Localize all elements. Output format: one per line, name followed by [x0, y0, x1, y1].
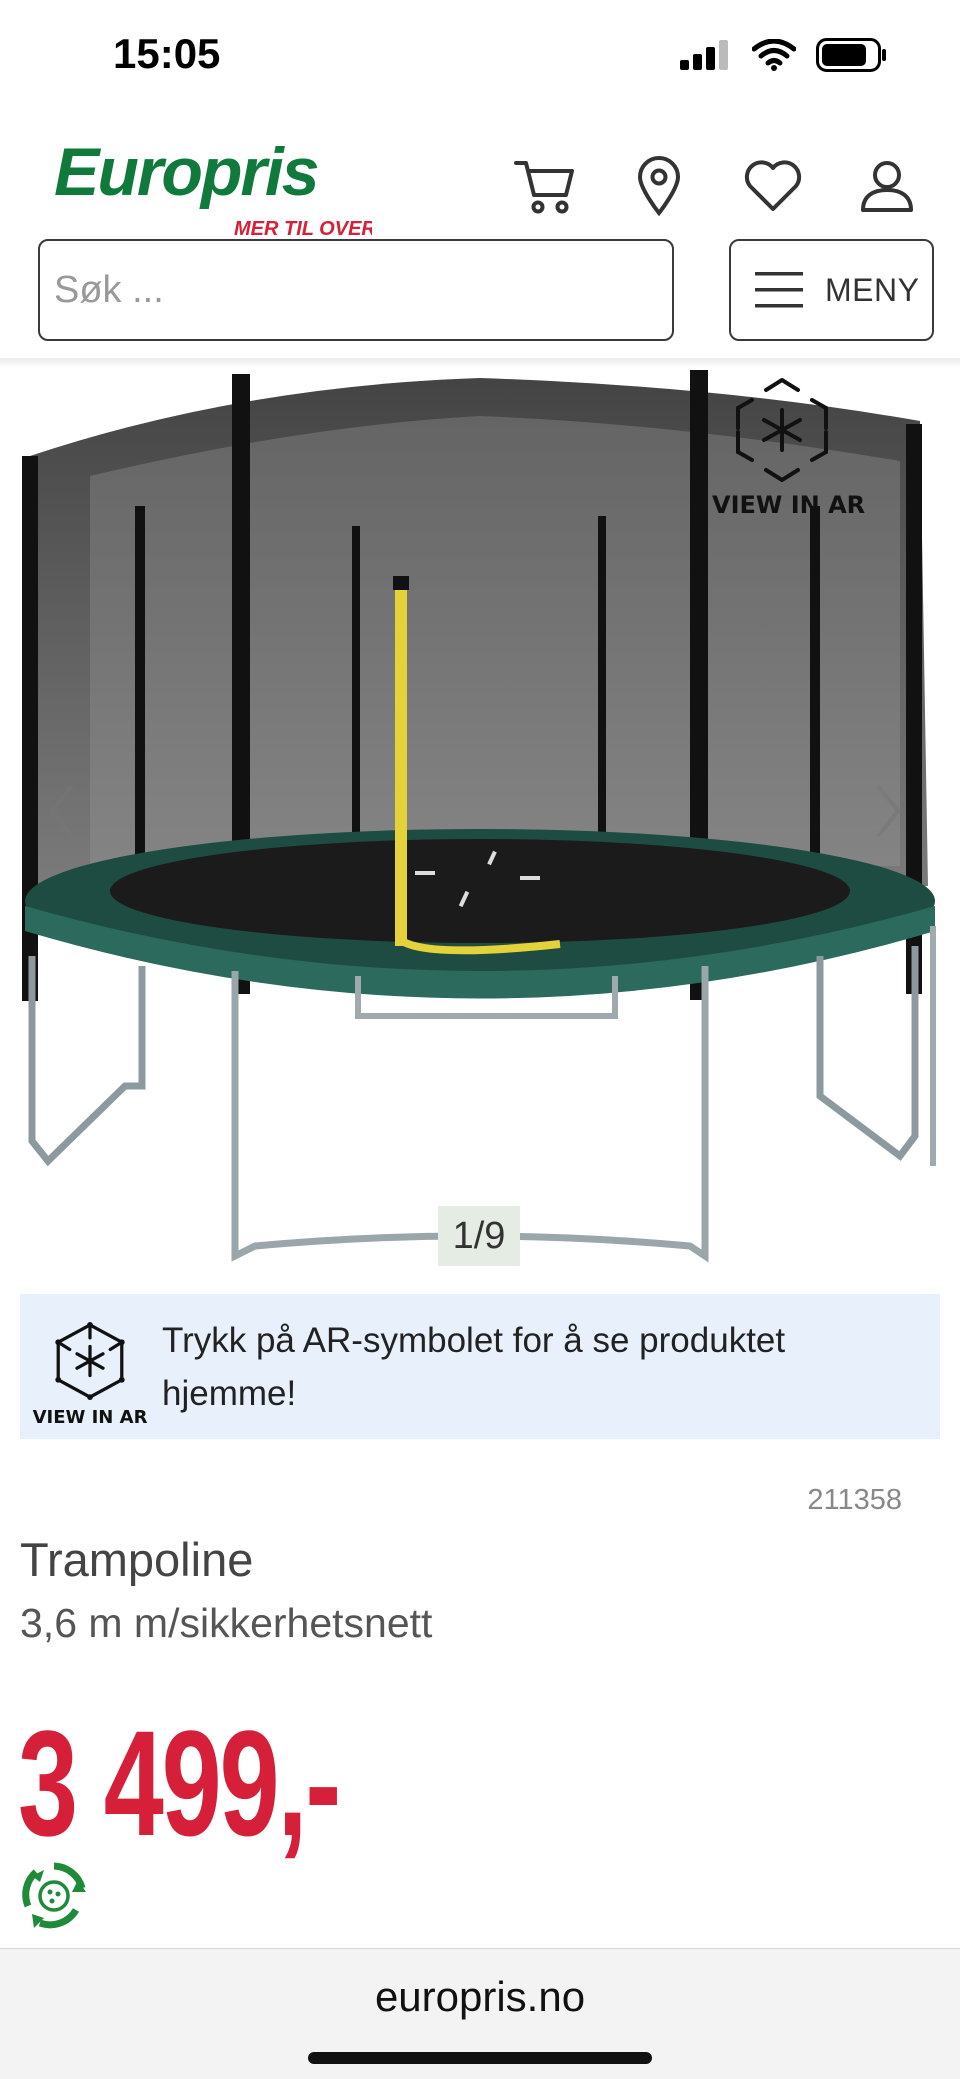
product-price: 3 499,- — [18, 1699, 341, 1867]
ar-info-banner: VIEW IN AR Trykk på AR-symbolet for å se… — [20, 1294, 940, 1439]
product-title: Trampoline — [20, 1533, 254, 1586]
product-image-gallery[interactable]: VIEW IN AR 1/9 — [0, 366, 960, 1266]
view-in-ar-button[interactable]: VIEW IN AR — [712, 376, 866, 526]
browser-url[interactable]: europris.no — [0, 1973, 960, 2021]
ar-cube-icon — [736, 378, 828, 482]
user-icon[interactable] — [854, 153, 920, 219]
location-pin-icon[interactable] — [626, 153, 692, 219]
cart-icon[interactable] — [512, 153, 578, 219]
status-bar: 15:05 — [0, 0, 960, 115]
status-time: 15:05 — [113, 30, 221, 77]
site-header: Europris MER TIL OVERS — [0, 115, 960, 365]
previous-image-arrow-icon[interactable] — [42, 776, 82, 846]
ar-info-text: Trykk på AR-symbolet for å se produktet … — [162, 1321, 786, 1413]
battery-icon — [816, 38, 886, 72]
status-icons — [680, 38, 888, 72]
menu-button[interactable]: MENY — [729, 239, 934, 341]
svg-text:MER TIL OVERS: MER TIL OVERS — [234, 218, 372, 240]
product-subtitle: 3,6 m m/sikkerhetsnett — [20, 1600, 433, 1646]
home-indicator — [308, 2052, 652, 2064]
product-sku: 211358 — [807, 1484, 902, 1516]
image-counter: 1/9 — [438, 1206, 520, 1266]
wifi-icon — [752, 39, 796, 71]
signal-icon — [680, 40, 728, 70]
svg-text:Europris: Europris — [54, 134, 318, 210]
ar-info-icon-box[interactable]: VIEW IN AR — [20, 1322, 160, 1428]
search-field[interactable] — [38, 239, 674, 341]
ar-info-label: VIEW IN AR — [32, 1407, 148, 1428]
next-image-arrow-icon[interactable] — [868, 776, 908, 846]
header-icons — [512, 153, 920, 219]
ar-cube-icon — [55, 1322, 125, 1400]
search-input[interactable] — [40, 241, 672, 339]
menu-label: MENY — [825, 271, 920, 308]
heart-icon[interactable] — [740, 153, 806, 219]
view-in-ar-label: VIEW IN AR — [712, 491, 866, 519]
recycling-icon[interactable] — [18, 1860, 90, 1932]
hamburger-icon — [755, 272, 803, 308]
browser-address-bar[interactable]: europris.no — [0, 1948, 960, 2079]
europris-logo[interactable]: Europris MER TIL OVERS — [52, 133, 372, 243]
